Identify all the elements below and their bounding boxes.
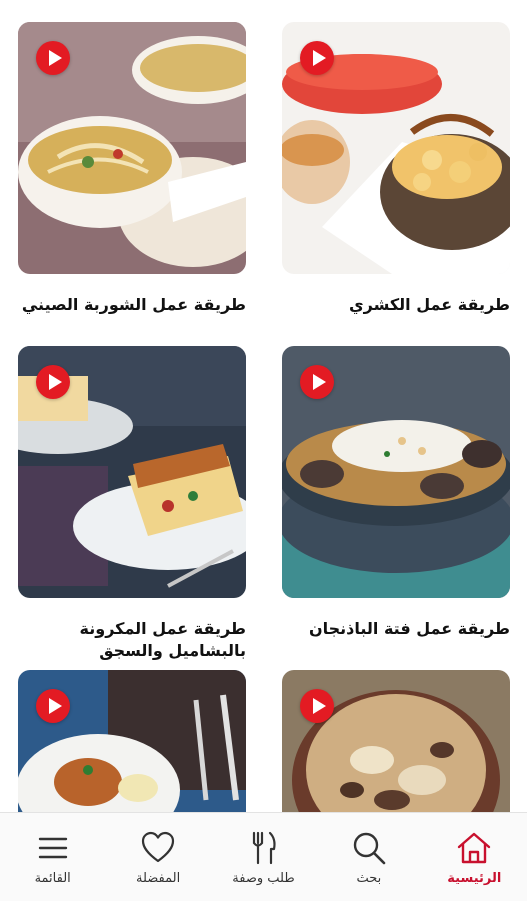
nav-favorites-label: المفضلة [135, 871, 181, 886]
home-icon [458, 832, 491, 864]
nav-menu[interactable]: القائمة [0, 813, 105, 901]
recipe-card-eggplant-fatteh[interactable]: طريقة عمل فتة الباذنجان [282, 346, 510, 646]
play-icon[interactable] [300, 365, 334, 399]
recipe-thumbnail[interactable] [282, 670, 510, 812]
recipe-card-bechamel-pasta[interactable]: طريقة عمل المكرونة بالبشاميل والسجق [18, 346, 246, 666]
search-icon [353, 832, 386, 865]
recipe-grid: طريقة عمل الكشري طريقة عمل الشوربة الصين… [0, 0, 527, 812]
nav-menu-label: القائمة [34, 871, 71, 886]
recipe-thumbnail[interactable] [18, 346, 246, 598]
recipe-thumbnail[interactable] [18, 22, 246, 274]
play-icon[interactable] [36, 41, 70, 75]
nav-request-recipe[interactable]: طلب وصفة [211, 813, 316, 901]
recipe-card-baked-dish[interactable] [282, 670, 510, 812]
menu-icon [38, 837, 67, 859]
nav-search-label: بحث [356, 871, 382, 886]
recipe-title[interactable]: طريقة عمل الشوربة الصيني [18, 294, 246, 316]
play-icon[interactable] [36, 689, 70, 723]
recipe-title[interactable]: طريقة عمل المكرونة بالبشاميل والسجق [18, 618, 246, 662]
recipe-title[interactable]: طريقة عمل فتة الباذنجان [282, 618, 510, 640]
play-icon[interactable] [36, 365, 70, 399]
recipe-card-koshari[interactable]: طريقة عمل الكشري [282, 22, 510, 332]
bottom-navigation: الرئيسية بحث طلب وصفة المفضلة القائمة [0, 812, 527, 901]
nav-request-recipe-label: طلب وصفة [232, 871, 295, 886]
recipe-card-chinese-soup[interactable]: طريقة عمل الشوربة الصيني [18, 22, 246, 332]
recipe-title[interactable]: طريقة عمل الكشري [282, 294, 510, 316]
play-icon[interactable] [300, 689, 334, 723]
nav-search[interactable]: بحث [316, 813, 421, 901]
recipe-thumbnail[interactable] [282, 22, 510, 274]
nav-home-label: الرئيسية [447, 871, 502, 886]
heart-icon [141, 831, 175, 863]
recipe-thumbnail[interactable] [18, 670, 246, 812]
recipe-thumbnail[interactable] [282, 346, 510, 598]
play-icon[interactable] [300, 41, 334, 75]
fork-knife-icon [253, 831, 277, 865]
recipe-card-plated-meal[interactable] [18, 670, 246, 812]
nav-home[interactable]: الرئيسية [422, 813, 527, 901]
nav-favorites[interactable]: المفضلة [105, 813, 210, 901]
